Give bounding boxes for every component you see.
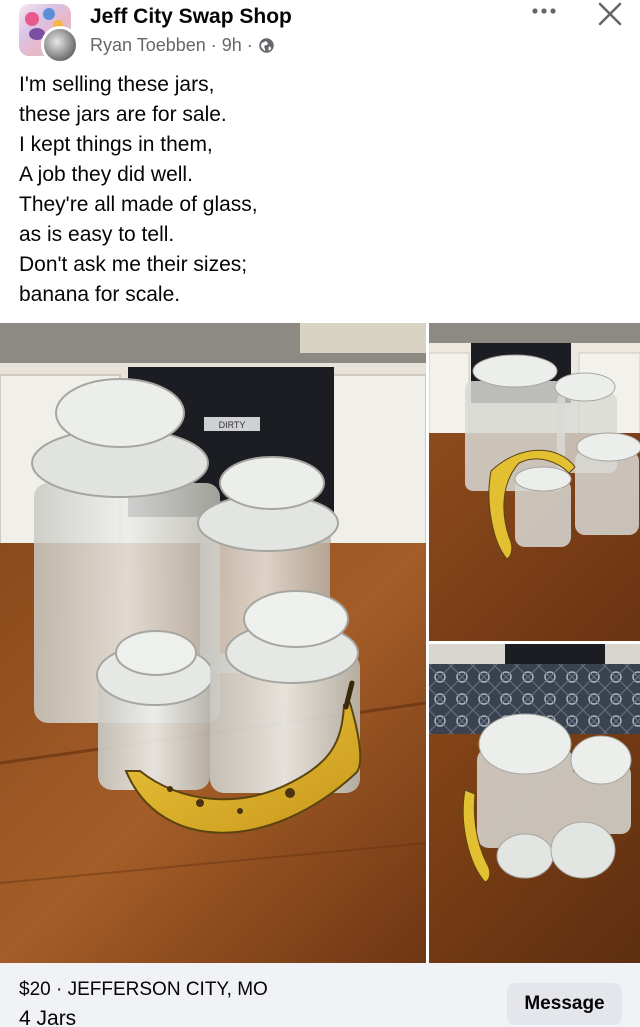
post-time[interactable]: 9h [222, 35, 242, 56]
post-line: I kept things in them, [19, 133, 213, 156]
post-header: Jeff City Swap Shop Ryan Toebben · 9h · [0, 0, 640, 64]
post-message: I'm selling these jars, these jars are f… [19, 70, 619, 310]
author-name[interactable]: Ryan Toebben [90, 35, 206, 56]
photo-main[interactable]: DIRTY [0, 323, 426, 963]
post-line: A job they did well. [19, 163, 193, 186]
post-line: I'm selling these jars, [19, 73, 215, 96]
author-avatar[interactable] [41, 26, 79, 64]
listing-footer: $20 · JEFFERSON CITY, MO 4 Jars Message [0, 963, 640, 1027]
close-icon[interactable] [596, 0, 624, 28]
post-line: banana for scale. [19, 283, 181, 306]
more-horizontal-icon[interactable] [530, 4, 558, 18]
meta-separator: · [246, 35, 253, 55]
post-line: these jars are for sale. [19, 103, 227, 126]
listing-title[interactable]: 4 Jars [19, 1007, 76, 1027]
post-line: Don't ask me their sizes; [19, 253, 248, 276]
photo-grid: DIRTY [0, 323, 640, 963]
post-meta: Ryan Toebben · 9h · [90, 35, 275, 56]
message-button[interactable]: Message [507, 983, 622, 1025]
group-avatar[interactable] [17, 2, 81, 64]
listing-price-location: $20 · JEFFERSON CITY, MO [19, 979, 268, 1000]
globe-icon [259, 38, 274, 53]
dishwasher-label: DIRTY [219, 420, 246, 430]
post-line: They're all made of glass, [19, 193, 258, 216]
group-name[interactable]: Jeff City Swap Shop [90, 5, 292, 29]
photo-top-right[interactable] [429, 323, 640, 641]
post-line: as is easy to tell. [19, 223, 175, 246]
photo-bottom-right[interactable] [429, 644, 640, 963]
meta-separator: · [210, 35, 217, 55]
